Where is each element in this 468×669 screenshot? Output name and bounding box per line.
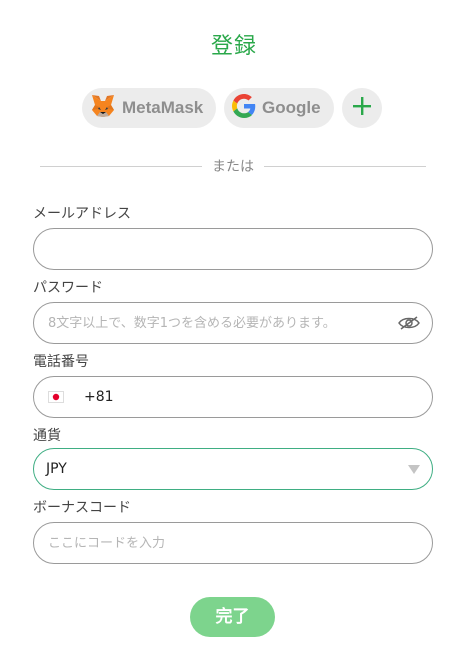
divider-line-right [264,165,426,167]
japan-flag-icon[interactable] [48,391,64,403]
phone-field-wrapper: +81 [33,376,433,418]
bonus-code-input[interactable] [46,534,420,552]
phone-input[interactable] [121,388,420,406]
dropdown-arrow-icon [408,464,420,474]
phone-label: 電話番号 [33,354,89,370]
currency-label: 通貨 [33,428,61,444]
plus-icon [352,96,372,120]
country-code: +81 [84,389,114,405]
password-label: パスワード [33,280,103,296]
google-label: Google [262,98,321,117]
more-login-options-button[interactable] [342,88,382,128]
or-divider: または [40,157,426,175]
bonus-code-field-wrapper [33,522,433,564]
social-login-row: MetaMask Google [82,88,382,128]
email-input[interactable] [46,240,420,258]
password-field-wrapper [33,302,433,344]
metamask-fox-icon [90,94,116,122]
google-login-button[interactable]: Google [224,88,334,128]
password-input[interactable] [46,314,392,332]
divider-text: または [212,159,254,175]
google-g-icon [232,94,256,122]
bonus-code-label: ボーナスコード [33,500,131,516]
eye-hidden-icon[interactable] [398,315,420,331]
submit-button[interactable]: 完了 [190,597,275,637]
email-label: メールアドレス [33,206,131,222]
currency-select[interactable]: JPY [33,448,433,490]
currency-selected-value: JPY [46,461,67,477]
page-title: 登録 [210,34,257,59]
divider-line-left [40,165,202,167]
metamask-label: MetaMask [122,98,204,117]
metamask-login-button[interactable]: MetaMask [82,88,216,128]
email-field-wrapper [33,228,433,270]
